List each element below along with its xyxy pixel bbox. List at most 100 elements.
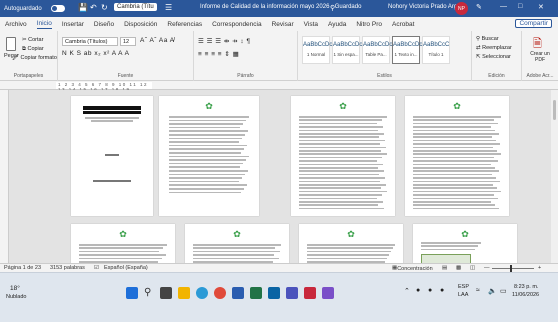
vertical-ruler[interactable] [0, 90, 9, 263]
battery-icon[interactable]: ▭ [500, 287, 507, 295]
zoom-in-icon[interactable]: + [538, 265, 541, 271]
tab-insertar[interactable]: Insertar [62, 21, 84, 28]
format-painter-button[interactable]: 🖌 Copiar formato [12, 55, 57, 61]
pen-icon[interactable]: ✎ [476, 3, 482, 11]
avatar[interactable]: NP [455, 2, 468, 15]
page-4[interactable]: ✿ [405, 96, 509, 216]
scrollbar-thumb[interactable] [553, 100, 556, 120]
font-size-select[interactable]: 12 [120, 37, 136, 46]
task-view-icon[interactable] [160, 287, 172, 299]
chrome-icon[interactable] [214, 287, 226, 299]
alignment-tools[interactable]: ≡ ≡ ≡ ≡ ⇕ ▦ [198, 50, 239, 58]
tray-app-icon[interactable]: ● [440, 287, 444, 294]
style-sample: AaBbCcDc [333, 42, 363, 48]
create-pdf-button[interactable]: Crear un PDF [525, 51, 555, 63]
word-count[interactable]: 3153 palabras [50, 265, 85, 271]
redo-icon[interactable]: ↻ [101, 3, 108, 12]
zoom-slider-knob[interactable] [510, 265, 512, 272]
style-option[interactable]: AaBbCcC Título 1 [422, 36, 450, 64]
search-icon[interactable]: ⚲ [330, 4, 335, 12]
web-layout-icon[interactable]: ◫ [470, 265, 475, 271]
body-text-line [421, 248, 475, 251]
close-icon[interactable]: ✕ [538, 3, 544, 11]
style-option[interactable]: AaBbCcDc 1 Normal [302, 36, 332, 64]
language-code[interactable]: ESP [458, 284, 469, 290]
tab-ayuda[interactable]: Ayuda [328, 21, 346, 28]
file-explorer-icon[interactable] [178, 287, 190, 299]
proofing-icon[interactable]: ☑ [94, 265, 99, 271]
autosave-toggle[interactable] [50, 5, 65, 12]
font-name-select[interactable]: Cambria (Títulos) [62, 37, 118, 46]
tray-chevron-icon[interactable]: ⌃ [404, 287, 410, 295]
page-7[interactable]: ✿ [299, 224, 403, 263]
tray-app-icon[interactable]: ● [416, 287, 420, 294]
style-option[interactable]: AaBbCcDc 1 Texto in... [392, 36, 422, 64]
focus-mode-button[interactable]: ▦ Concentración [392, 265, 433, 272]
volume-icon[interactable]: 🔈 [488, 287, 497, 295]
weather-label[interactable]: Nublado [6, 294, 27, 300]
copy-button[interactable]: ⧉ Copiar [22, 46, 44, 53]
cut-label: Cortar [28, 37, 44, 43]
style-option[interactable]: AaBbCcDc Table Pa... [362, 36, 392, 64]
tab-nitro-pro[interactable]: Nitro Pro [356, 21, 382, 28]
start-icon[interactable] [126, 287, 138, 299]
save-icon[interactable]: 💾 [78, 3, 88, 12]
tab-acrobat[interactable]: Acrobat [392, 21, 414, 28]
tab-archivo[interactable]: Archivo [5, 21, 27, 28]
excel-taskbar-icon[interactable] [250, 287, 262, 299]
weather-temp[interactable]: 18° [10, 285, 20, 292]
language-region[interactable]: LAA [458, 292, 468, 298]
cover-text-line [91, 120, 133, 122]
teams-taskbar-icon[interactable] [286, 287, 298, 299]
customize-toolbar-icon[interactable]: ☰ [165, 3, 172, 12]
zoom-slider[interactable] [492, 268, 534, 269]
wifi-icon[interactable]: ≈ [476, 287, 480, 294]
page-6[interactable]: ✿ [185, 224, 289, 263]
page-5[interactable]: ✿ [71, 224, 175, 263]
outlook-taskbar-icon[interactable] [268, 287, 280, 299]
cut-button[interactable]: ✂ Cortar [22, 37, 43, 43]
page-8[interactable]: ✿ [413, 224, 517, 263]
select-button[interactable]: ⇱ Seleccionar [476, 54, 511, 60]
tab-inicio[interactable]: Inicio [36, 20, 52, 29]
tab-dise-o[interactable]: Diseño [94, 21, 114, 28]
body-text-line [169, 134, 245, 136]
horizontal-ruler[interactable]: 1 2 3 4 5 6 7 8 9 10 11 12 13 14 15 16 1… [0, 81, 558, 92]
clock-time[interactable]: 8:23 p. m. [514, 284, 538, 290]
clock-date[interactable]: 11/06/2026 [512, 292, 539, 298]
word-taskbar-icon[interactable] [232, 287, 244, 299]
tab-correspondencia[interactable]: Correspondencia [212, 21, 262, 28]
tab-referencias[interactable]: Referencias [167, 21, 202, 28]
style-option[interactable]: AaBbCcDc 1 Sin espa... [332, 36, 363, 64]
vertical-scrollbar[interactable] [551, 90, 558, 263]
app-taskbar-icon[interactable] [304, 287, 316, 299]
undo-icon[interactable]: ↶ [90, 3, 97, 12]
font-format-tools[interactable]: N K S ab x₂ x² A A A [62, 50, 129, 57]
paste-icon[interactable] [6, 37, 16, 51]
page-count[interactable]: Página 1 de 23 [4, 265, 41, 271]
print-layout-icon[interactable]: ▩ [456, 265, 461, 271]
edge-icon[interactable] [196, 287, 208, 299]
page-3[interactable]: ✿ [291, 96, 395, 216]
page-2[interactable]: ✿ [159, 96, 259, 216]
maximize-icon[interactable]: □ [518, 3, 522, 10]
read-mode-icon[interactable]: ▤ [442, 265, 447, 271]
tray-app-icon[interactable]: ● [428, 287, 432, 294]
share-button[interactable]: Compartir [515, 19, 552, 28]
app-taskbar-icon[interactable] [322, 287, 334, 299]
document-canvas[interactable]: ✿ ✿ ✿ ✿ ✿ ✿ ✿ [9, 90, 551, 263]
font-size-tools[interactable]: Aˆ Aˇ Aa A̸ [140, 37, 175, 44]
list-indent-tools[interactable]: ☰ ☰ ☰ ⇹ ⇸ ↕ ¶ [198, 37, 250, 45]
ribbon: Pegar ✂ Cortar ⧉ Copiar 🖌 Copiar formato… [0, 31, 558, 81]
search-icon[interactable]: ⚲ [144, 287, 156, 299]
replace-button[interactable]: ⇄ Reemplazar [476, 45, 512, 51]
tab-disposici-n[interactable]: Disposición [124, 21, 157, 28]
find-button[interactable]: ⚲ Buscar [476, 36, 499, 42]
tab-vista[interactable]: Vista [304, 21, 318, 28]
quick-font-select[interactable]: Cambria (Títu [114, 3, 157, 11]
zoom-out-icon[interactable]: — [484, 265, 490, 271]
tab-revisar[interactable]: Revisar [272, 21, 294, 28]
minimize-icon[interactable]: — [500, 3, 507, 10]
language-status[interactable]: Español (España) [104, 265, 148, 271]
page-1[interactable] [71, 96, 153, 216]
